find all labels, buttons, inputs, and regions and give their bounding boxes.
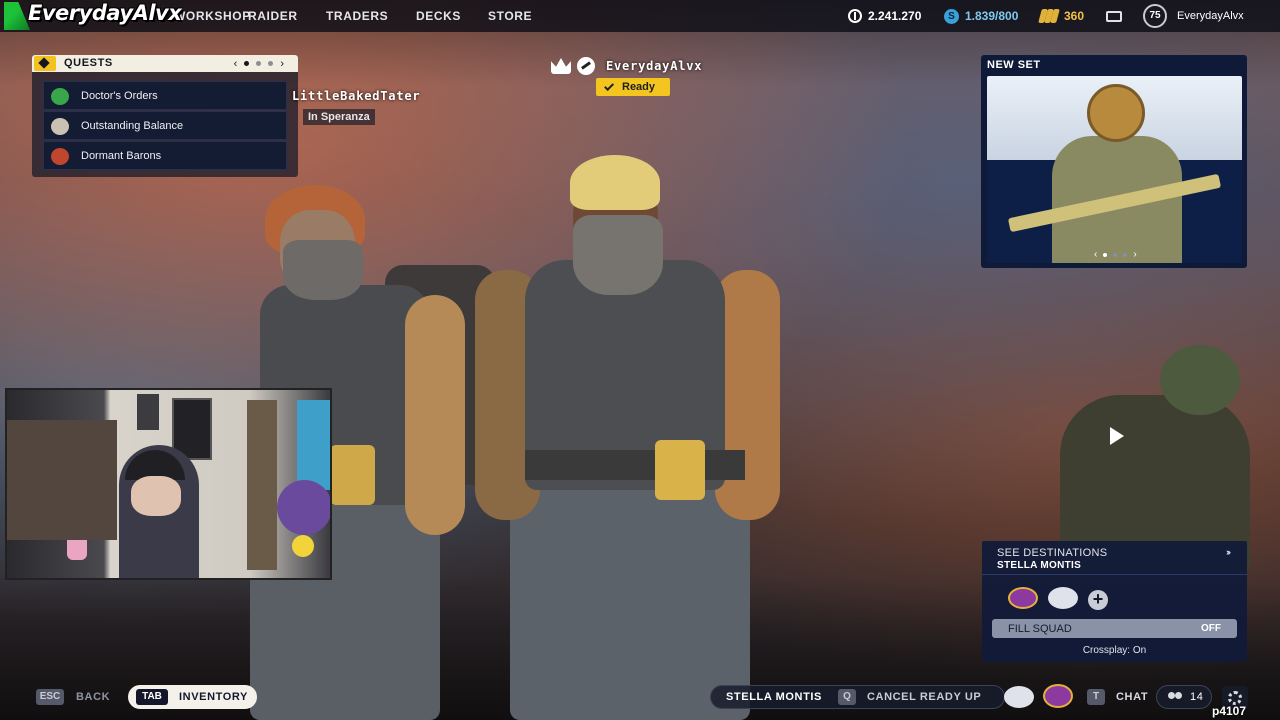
pager-dot	[1123, 252, 1128, 257]
overlay-tag: p4107	[1212, 704, 1247, 718]
quests-header: QUESTS ‹ ›	[32, 55, 298, 72]
tokens-display: S 1.839/800	[944, 0, 1018, 32]
quest-dormant-barons[interactable]: Dormant Barons	[43, 141, 287, 170]
pager-dot	[268, 61, 274, 66]
see-destinations-link[interactable]: SEE DESTINATIONS	[997, 547, 1107, 559]
tokens-value: 1.839/800	[965, 9, 1019, 23]
gear-icon	[1228, 691, 1242, 705]
player-name-left: LittleBakedTater	[292, 89, 421, 103]
coins-value: 2.241.270	[868, 9, 922, 23]
quest-label: Outstanding Balance	[81, 120, 184, 132]
nav-traders[interactable]: TRADERS	[326, 9, 388, 23]
baron-icon	[51, 148, 69, 165]
inbox-button[interactable]	[1106, 0, 1122, 32]
crossplay-status: Crossplay: On	[1082, 645, 1147, 656]
friends-count: 14	[1190, 691, 1204, 703]
quests-title: QUESTS	[64, 57, 113, 69]
nav-decks[interactable]: DECKS	[416, 9, 461, 23]
new-set-title: NEW SET	[987, 59, 1041, 71]
q-key: Q	[838, 689, 856, 705]
inventory-label: INVENTORY	[179, 691, 248, 703]
chevron-right-icon[interactable]: ›	[1133, 249, 1136, 260]
add-squad-member-button[interactable]: +	[1088, 590, 1108, 610]
pager-dot	[244, 61, 250, 66]
top-navigation-bar: WORKSHOP RAIDER TRADERS DECKS STORE Ever…	[0, 0, 1280, 32]
new-set-preview-image	[987, 76, 1242, 263]
destinations-panel: SEE DESTINATIONS ››› STELLA MONTIS + FIL…	[982, 541, 1247, 662]
squad-slot-avatar[interactable]	[1008, 587, 1038, 609]
new-set-panel[interactable]: NEW SET ‹ ›	[981, 55, 1247, 268]
fill-squad-label: FILL SQUAD	[1008, 622, 1072, 635]
bottom-action-bar: ESC BACK TAB INVENTORY STELLA MONTIS Q C…	[0, 684, 1280, 720]
player-location-badge: In Speranza	[303, 109, 375, 125]
ready-status-badge: Ready	[596, 78, 670, 96]
gold-bars-icon	[1038, 9, 1060, 23]
token-icon: S	[944, 8, 959, 24]
chevron-left-icon[interactable]: ‹	[1094, 249, 1097, 260]
destination-name: STELLA MONTIS	[997, 560, 1082, 571]
cancel-ready-button[interactable]: CANCEL READY UP	[867, 691, 981, 703]
tab-key: TAB	[136, 689, 168, 705]
squad-avatar-icon	[1043, 684, 1073, 708]
quest-label: Doctor's Orders	[81, 90, 158, 102]
logo-mark-icon	[4, 2, 30, 30]
mail-icon	[1106, 10, 1122, 22]
nav-store[interactable]: STORE	[488, 9, 532, 23]
triple-chevron-icon: ›››	[1226, 547, 1231, 557]
ready-label: Ready	[622, 81, 656, 93]
fill-squad-toggle[interactable]: FILL SQUAD OFF	[992, 619, 1237, 638]
level-badge: 75	[1143, 4, 1167, 28]
new-set-pager: ‹ ›	[1094, 249, 1137, 260]
pager-dot	[1103, 252, 1108, 257]
medic-icon	[51, 88, 69, 105]
streamer-webcam-feed	[5, 388, 332, 580]
quests-panel: QUESTS ‹ › Doctor's Orders Outstanding B…	[32, 55, 298, 177]
player-avatar-icon	[577, 57, 595, 75]
coin-icon	[848, 9, 862, 23]
username: EverydayAlvx	[1177, 10, 1244, 22]
nav-raider[interactable]: RAIDER	[248, 9, 298, 23]
quest-label: Dormant Barons	[81, 150, 162, 162]
pager-dot	[256, 61, 262, 66]
logo-text: EverydayAlvx	[28, 1, 182, 25]
quests-pager: ‹ ›	[234, 56, 284, 71]
nav-workshop[interactable]: WORKSHOP	[174, 9, 251, 23]
profile-button[interactable]: 75 EverydayAlvx	[1143, 0, 1244, 32]
check-icon	[604, 80, 615, 91]
quest-doctors-orders[interactable]: Doctor's Orders	[43, 81, 287, 110]
chevron-left-icon[interactable]: ‹	[234, 58, 238, 70]
t-key: T	[1087, 689, 1105, 705]
chat-button[interactable]: CHAT	[1116, 691, 1148, 703]
bars-display: 360	[1038, 0, 1085, 32]
pager-dot	[1113, 252, 1118, 257]
bars-value: 360	[1064, 9, 1085, 23]
back-button[interactable]: BACK	[76, 691, 110, 703]
cursor-icon	[1110, 427, 1124, 445]
coins-display: 2.241.270	[848, 0, 921, 32]
fill-squad-value: OFF	[1201, 623, 1221, 634]
chevron-right-icon[interactable]: ›	[280, 58, 284, 70]
esc-key: ESC	[36, 689, 64, 705]
raider-character-right	[455, 150, 795, 720]
friends-icon	[1168, 692, 1182, 702]
quest-outstanding-balance[interactable]: Outstanding Balance	[43, 111, 287, 140]
divider	[982, 574, 1247, 575]
squad-avatar-icon	[1004, 686, 1034, 708]
squad-slot-avatar[interactable]	[1048, 587, 1078, 609]
map-label: STELLA MONTIS	[726, 691, 822, 703]
trader-icon	[51, 118, 69, 135]
friends-button[interactable]	[1156, 685, 1212, 709]
streamer-logo	[4, 0, 30, 32]
quest-diamond-icon	[34, 56, 56, 71]
player-name-right: EverydayAlvx	[606, 59, 703, 73]
